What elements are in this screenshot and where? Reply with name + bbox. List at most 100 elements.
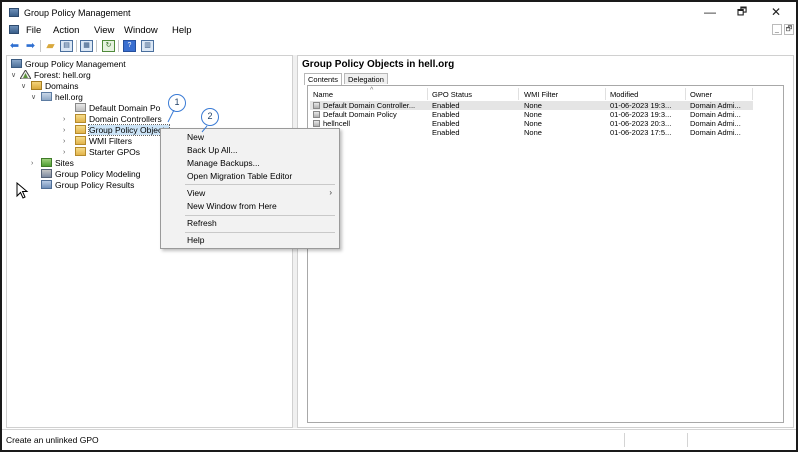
status-divider bbox=[624, 433, 625, 447]
menu-file[interactable]: File bbox=[26, 25, 41, 36]
cell-gpo-status: Enabled bbox=[432, 128, 460, 137]
toolbar-separator bbox=[118, 40, 119, 52]
tree-item-group-policy-objects[interactable]: Group Policy Objects bbox=[75, 124, 170, 136]
tree-item-domains[interactable]: Domains bbox=[31, 81, 79, 92]
cell-owner: Domain Admi... bbox=[690, 110, 741, 119]
tree-item-label: Starter GPOs bbox=[89, 147, 141, 157]
collapse-chevron-icon[interactable]: ∨ bbox=[11, 70, 16, 81]
menu-help[interactable]: Help bbox=[172, 25, 192, 36]
maximize-button[interactable]: 🗗 bbox=[727, 4, 757, 20]
menu-item-label: View bbox=[187, 188, 206, 198]
menu-separator bbox=[185, 215, 335, 216]
tree-item-wmi-filters[interactable]: WMI Filters bbox=[75, 136, 132, 147]
minimize-button[interactable]: — bbox=[695, 4, 725, 20]
column-header-name[interactable]: Name bbox=[313, 89, 333, 100]
cell-wmi-filter: None bbox=[524, 119, 542, 128]
gpo-icon bbox=[313, 111, 320, 118]
back-arrow-icon[interactable]: ⬅ bbox=[8, 40, 21, 52]
cell-owner: Domain Admi... bbox=[690, 128, 741, 137]
tree-item-domain-hell-org[interactable]: hell.org bbox=[41, 92, 83, 103]
tree-item-gp-modeling[interactable]: Group Policy Modeling bbox=[41, 169, 141, 180]
menu-item-refresh[interactable]: Refresh bbox=[161, 217, 339, 229]
cell-owner: Domain Admi... bbox=[690, 101, 741, 110]
cell-modified: 01-06-2023 19:3... bbox=[610, 110, 672, 119]
console-icon[interactable]: ▥ bbox=[141, 40, 154, 52]
menu-item-manage-backups[interactable]: Manage Backups... bbox=[161, 157, 339, 169]
tree-item-starter-gpos[interactable]: Starter GPOs bbox=[75, 147, 140, 158]
expand-chevron-icon[interactable]: › bbox=[63, 125, 65, 136]
expand-chevron-icon[interactable]: › bbox=[63, 147, 65, 158]
table-row-name[interactable]: Default Domain Policy bbox=[313, 110, 425, 119]
tree-item-label: Group Policy Management bbox=[25, 59, 126, 69]
column-header-modified[interactable]: Modified bbox=[610, 89, 638, 100]
menu-bar: File Action View Window Help _ 🗗 bbox=[2, 22, 796, 38]
menu-item-view[interactable]: View › bbox=[161, 187, 339, 199]
tree-item-domain-controllers[interactable]: Domain Controllers bbox=[75, 114, 162, 125]
refresh-icon[interactable]: ↻ bbox=[102, 40, 115, 52]
menu-separator bbox=[185, 232, 335, 233]
properties-icon[interactable]: ▦ bbox=[80, 40, 93, 52]
menu-view[interactable]: View bbox=[94, 25, 114, 36]
tree-item-sites[interactable]: Sites bbox=[41, 158, 74, 169]
cell-owner: Domain Admi... bbox=[690, 119, 741, 128]
sites-icon bbox=[41, 158, 52, 167]
table-row-name[interactable]: hellncell bbox=[313, 119, 425, 128]
cell-wmi-filter: None bbox=[524, 128, 542, 137]
tree-item-gpm-root[interactable]: Group Policy Management bbox=[11, 59, 126, 70]
mmc-window: Group Policy Management — 🗗 ✕ File Actio… bbox=[0, 0, 798, 452]
tab-contents[interactable]: Contents bbox=[304, 73, 343, 85]
menu-action[interactable]: Action bbox=[53, 25, 79, 36]
cell-modified: 01-06-2023 19:3... bbox=[610, 101, 672, 110]
forward-arrow-icon[interactable]: ➡ bbox=[24, 40, 37, 52]
column-header-wmi-filter[interactable]: WMI Filter bbox=[524, 89, 558, 100]
collapse-chevron-icon[interactable]: ∨ bbox=[21, 81, 26, 92]
column-header-owner[interactable]: Owner bbox=[690, 89, 712, 100]
expand-chevron-icon[interactable]: › bbox=[63, 114, 65, 125]
expand-chevron-icon[interactable]: › bbox=[31, 158, 33, 169]
toolbar-separator bbox=[96, 40, 97, 52]
close-button[interactable]: ✕ bbox=[761, 4, 791, 20]
column-divider[interactable] bbox=[605, 88, 606, 100]
column-header-gpo-status[interactable]: GPO Status bbox=[432, 89, 472, 100]
modeling-icon bbox=[41, 169, 52, 178]
up-folder-icon[interactable]: ▰ bbox=[44, 40, 57, 52]
toolbar: ⬅ ➡ ▰ ▤ ▦ ↻ ? ▥ bbox=[2, 38, 796, 55]
tree-item-label: WMI Filters bbox=[89, 136, 132, 146]
context-menu: New Back Up All... Manage Backups... Ope… bbox=[160, 128, 340, 249]
results-icon bbox=[41, 180, 52, 189]
column-divider[interactable] bbox=[685, 88, 686, 100]
column-divider[interactable] bbox=[518, 88, 519, 100]
collapse-chevron-icon[interactable]: ∨ bbox=[31, 92, 36, 103]
mdi-restore-button[interactable]: 🗗 bbox=[784, 24, 794, 35]
forest-icon bbox=[19, 69, 32, 80]
mdi-minimize-button[interactable]: _ bbox=[772, 24, 782, 35]
tree-item-default-domain-policy[interactable]: Default Domain Po bbox=[75, 103, 160, 114]
column-divider[interactable] bbox=[427, 88, 428, 100]
tree-item-label: Group Policy Modeling bbox=[55, 169, 141, 179]
expand-chevron-icon[interactable]: › bbox=[63, 136, 65, 147]
menu-window[interactable]: Window bbox=[124, 25, 158, 36]
tree-item-label: Group Policy Results bbox=[55, 180, 135, 190]
mouse-pointer-icon bbox=[16, 182, 29, 199]
wmi-folder-icon bbox=[75, 136, 86, 145]
results-pane: Group Policy Objects in hell.org Content… bbox=[297, 55, 794, 428]
help-icon[interactable]: ? bbox=[123, 40, 136, 52]
tree-item-label: Forest: hell.org bbox=[34, 70, 91, 80]
menu-item-open-migration-table-editor[interactable]: Open Migration Table Editor bbox=[161, 170, 339, 182]
menu-item-back-up-all[interactable]: Back Up All... bbox=[161, 144, 339, 156]
starter-folder-icon bbox=[75, 147, 86, 156]
tree-item-forest[interactable]: Forest: hell.org bbox=[19, 69, 91, 81]
cell-gpo-status: Enabled bbox=[432, 110, 460, 119]
tree-item-label: Domain Controllers bbox=[89, 114, 162, 124]
table-row-name[interactable]: Default Domain Controller... bbox=[313, 101, 425, 110]
status-divider bbox=[687, 433, 688, 447]
window-title: Group Policy Management bbox=[24, 8, 131, 18]
tab-delegation[interactable]: Delegation bbox=[344, 73, 388, 84]
menu-item-new-window-from-here[interactable]: New Window from Here bbox=[161, 200, 339, 212]
console-doc-icon[interactable] bbox=[9, 25, 19, 34]
show-hide-tree-icon[interactable]: ▤ bbox=[60, 40, 73, 52]
gpo-link-icon bbox=[75, 103, 86, 112]
tree-item-gp-results[interactable]: Group Policy Results bbox=[41, 180, 134, 191]
column-divider[interactable] bbox=[752, 88, 753, 100]
menu-item-help[interactable]: Help bbox=[161, 234, 339, 246]
